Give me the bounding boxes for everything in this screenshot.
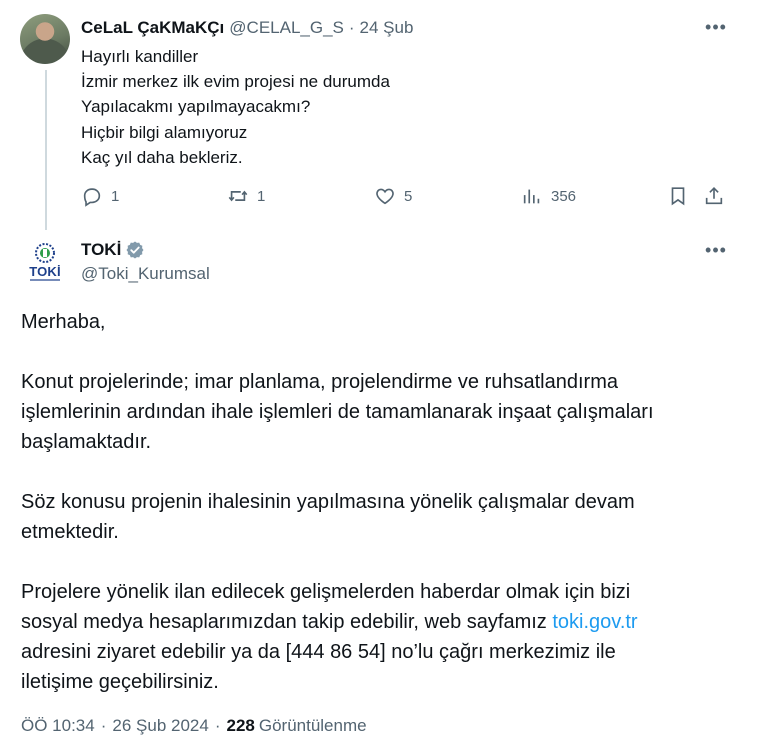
tweet-text-line: Konut projelerinde; imar planlama, proje… (21, 371, 618, 393)
tweet-meta: ÖÖ 10:34 · 26 Şub 2024 · 228 Görüntülenm… (21, 716, 367, 736)
more-options-icon[interactable]: ••• (703, 17, 729, 37)
reply-text-line: Yapılacakmı yapılmayacakmı? (81, 97, 311, 117)
author-name[interactable]: CeLaL ÇaKMaKÇı (81, 18, 224, 38)
bookmark-icon (671, 187, 685, 206)
author-handle[interactable]: @CELAL_G_S (229, 18, 344, 38)
reply-text-line: İzmir merkez ilk evim projesi ne durumda (81, 72, 390, 92)
verified-badge-icon[interactable] (125, 240, 145, 260)
views-label: Görüntülenme (258, 716, 367, 735)
tweet-text-line: Merhaba, (21, 311, 106, 333)
repost-count: 1 (257, 187, 266, 205)
tweet-text-segment: sosyal medya hesaplarımızdan takip edebi… (21, 611, 553, 633)
reply-text: Hayırlı kandiller İzmir merkez ilk evim … (81, 44, 701, 170)
repost-icon (228, 190, 248, 202)
bookmark-button[interactable] (667, 182, 689, 210)
author-name-row: TOKİ (81, 238, 145, 262)
tweet-text-line: işlemlerinin ardından ihale işlemleri de… (21, 401, 654, 423)
meta-separator: · (100, 716, 107, 735)
reply-text-line: Hayırlı kandiller (81, 47, 199, 66)
tweet-text-line: sosyal medya hesaplarımızdan takip edebi… (21, 607, 741, 637)
like-count: 5 (404, 187, 413, 205)
reply-count: 1 (111, 187, 120, 205)
tweet-date[interactable]: 26 Şub 2024 (112, 716, 208, 736)
reply-text-line: Kaç yıl daha bekleriz. (81, 147, 243, 167)
tweet-text-line: etmektedir. (21, 521, 119, 543)
more-options-icon[interactable]: ••• (703, 240, 729, 260)
tweet-text: Merhaba, Konut projelerinde; imar planla… (21, 307, 741, 697)
like-button[interactable]: 5 (374, 182, 412, 210)
tweet-text-line: adresini ziyaret edebilir ya da [444 86 … (21, 641, 616, 663)
reply-header: CeLaL ÇaKMaKÇı @CELAL_G_S · 24 Şub (81, 17, 413, 39)
views-count: 228 (226, 716, 255, 735)
toki-logo-text: TOKİ (29, 263, 61, 279)
analytics-icon (523, 189, 540, 204)
tweet-text-line: Söz konusu projenin ihalesinin yapılması… (21, 491, 635, 513)
tweet-text-line: iletişime geçebilirsiniz. (21, 671, 219, 693)
reply-icon (83, 188, 101, 207)
author-name[interactable]: TOKİ (81, 240, 121, 260)
action-bar: 1 1 5 356 (81, 182, 731, 210)
meta-separator: · (214, 716, 221, 735)
heart-icon (376, 188, 394, 205)
author-handle[interactable]: @Toki_Kurumsal (81, 264, 210, 284)
share-icon (705, 187, 723, 205)
website-link[interactable]: toki.gov.tr (552, 611, 637, 633)
reply-text-line: Hiçbir bilgi alamıyoruz (81, 122, 248, 142)
tweet-date[interactable]: 24 Şub (360, 18, 414, 38)
views-button[interactable]: 356 (521, 182, 576, 210)
reply-button[interactable]: 1 (81, 182, 119, 210)
toki-logo-icon (35, 242, 55, 263)
share-button[interactable] (703, 182, 725, 210)
tweet-text-line: başlamaktadır. (21, 431, 152, 453)
thread-connector-line (45, 70, 47, 230)
logo-underline (30, 278, 60, 281)
avatar[interactable] (20, 14, 70, 64)
header-separator: · (348, 18, 355, 37)
views-count: 356 (551, 187, 577, 205)
tweet-time[interactable]: ÖÖ 10:34 (21, 716, 95, 736)
toki-avatar[interactable]: TOKİ (20, 236, 70, 286)
tweet-text-line: Projelere yönelik ilan edilecek gelişmel… (21, 581, 631, 603)
repost-button[interactable]: 1 (227, 182, 265, 210)
